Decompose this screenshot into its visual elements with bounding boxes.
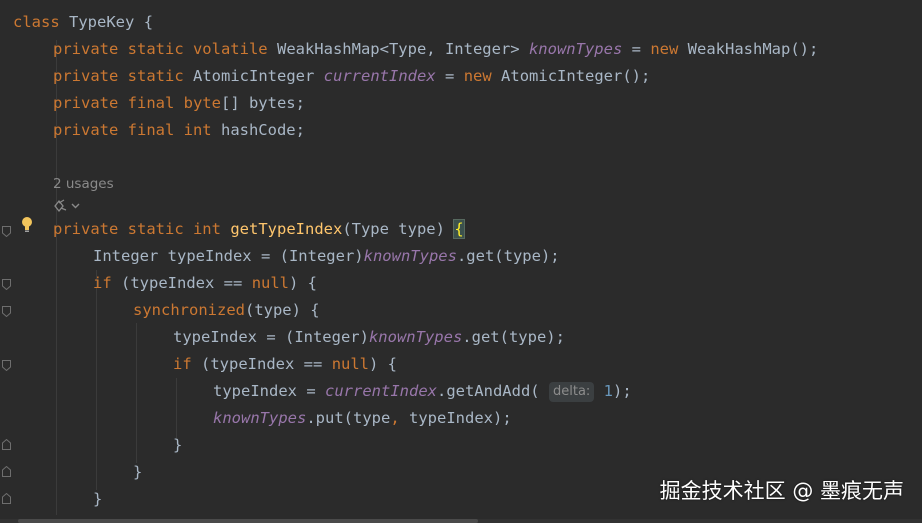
fold-marker[interactable] (2, 360, 11, 371)
number-literal: 1 (603, 382, 613, 400)
method-call: .getAndAdd( (436, 382, 540, 400)
indent-guide (96, 270, 97, 490)
code-text: (typeIndex == (201, 355, 323, 373)
code-text: .get(type); (462, 328, 565, 346)
operator: = (445, 67, 455, 85)
code-text: hashCode; (220, 121, 305, 139)
fold-marker[interactable] (2, 306, 11, 317)
brace: } (133, 463, 143, 481)
code-text: (type) { (244, 301, 320, 319)
code-line[interactable]: knownTypes.put(type, typeIndex); (213, 405, 512, 432)
keyword: class (13, 13, 60, 31)
keyword: private final byte (53, 94, 221, 112)
code-text: WeakHashMap(); (687, 40, 819, 58)
matched-brace: { (453, 219, 465, 239)
code-line[interactable]: synchronized(type) { (133, 297, 320, 324)
code-line[interactable]: class TypeKey { (13, 9, 153, 36)
code-line[interactable]: private final int hashCode; (53, 117, 305, 144)
code-line[interactable]: } (133, 459, 142, 486)
fold-marker[interactable] (2, 279, 11, 290)
code-text: typeIndex = (213, 382, 316, 400)
keyword: private static int (53, 220, 221, 238)
code-line[interactable]: private final byte[] bytes; (53, 90, 305, 117)
brace: { (143, 13, 154, 31)
keyword: null (251, 274, 290, 292)
code-line[interactable]: if (typeIndex == null) { (173, 351, 397, 378)
code-text: Integer typeIndex = (Integer) (93, 247, 364, 265)
field: currentIndex (323, 67, 436, 85)
operator: = (631, 40, 641, 58)
code-line[interactable]: typeIndex = (Integer)knownTypes.get(type… (173, 324, 565, 351)
field: knownTypes (213, 409, 307, 427)
watermark: 掘金技术社区 @ 墨痕无声 (659, 479, 904, 503)
code-text: (typeIndex == (121, 274, 243, 292)
code-line[interactable]: typeIndex = currentIndex.getAndAdd( delt… (213, 378, 632, 405)
code-text: typeIndex = (Integer) (173, 328, 369, 346)
scrollbar-thumb[interactable] (18, 519, 478, 523)
keyword: new (650, 40, 679, 58)
method-call: .put(type (306, 409, 391, 427)
keyword: synchronized (133, 301, 245, 319)
code-text: ) { (289, 274, 318, 292)
field: knownTypes (528, 40, 623, 58)
keyword: private static (53, 67, 184, 85)
indent-guide (136, 323, 137, 463)
code-line[interactable]: private static volatile WeakHashMap<Type… (53, 36, 818, 63)
code-vision-icon[interactable] (53, 198, 85, 214)
fold-marker[interactable] (2, 493, 11, 504)
code-line[interactable]: } (173, 432, 182, 459)
comma: , (390, 409, 400, 427)
fold-marker[interactable] (2, 226, 11, 237)
lightbulb-icon[interactable] (20, 216, 34, 234)
code-line[interactable]: Integer typeIndex = (Integer)knownTypes.… (93, 243, 560, 270)
brace: } (93, 490, 103, 508)
usages-hint[interactable]: 2 usages (53, 176, 114, 192)
field: knownTypes (368, 328, 463, 346)
code-text: [] bytes; (220, 94, 305, 112)
class-name: TypeKey (69, 13, 135, 31)
code-line[interactable]: if (typeIndex == null) { (93, 270, 317, 297)
code-line[interactable]: } (93, 486, 102, 513)
keyword: null (331, 355, 370, 373)
keyword: private final int (53, 121, 212, 139)
parameter-hint: delta: (548, 382, 595, 402)
code-text: ) { (369, 355, 398, 373)
keyword: private static volatile (53, 40, 268, 58)
code-text: typeIndex); (409, 409, 512, 427)
method-name: getTypeIndex (230, 220, 343, 238)
type: AtomicInteger (193, 67, 315, 85)
brace: } (173, 436, 183, 454)
code-text: .get(type); (456, 247, 560, 265)
code-line[interactable]: private static int getTypeIndex(Type typ… (53, 216, 465, 243)
keyword: new (463, 67, 492, 85)
field: knownTypes (363, 247, 457, 265)
fold-marker[interactable] (2, 439, 11, 450)
code-editor[interactable]: class TypeKey { private static volatile … (0, 0, 922, 523)
code-line[interactable]: private static AtomicInteger currentInde… (53, 63, 650, 90)
code-text: ); (612, 382, 632, 400)
field: currentIndex (325, 382, 437, 400)
indent-guide (176, 378, 177, 438)
fold-marker[interactable] (2, 466, 11, 477)
keyword: if (93, 274, 112, 292)
code-text: AtomicInteger(); (501, 67, 651, 85)
keyword: if (173, 355, 192, 373)
type: WeakHashMap<Type, Integer> (276, 40, 520, 58)
parameters: (Type type) (342, 220, 445, 238)
